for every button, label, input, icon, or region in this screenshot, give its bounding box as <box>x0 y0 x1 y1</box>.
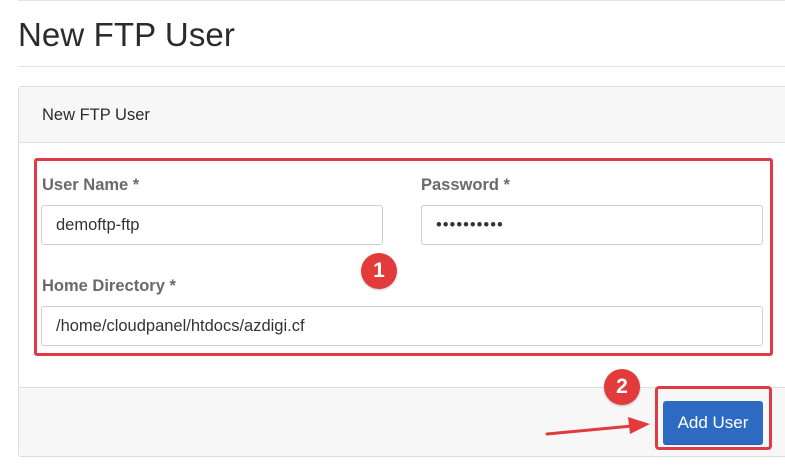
pointer-arrow-icon <box>545 417 650 436</box>
